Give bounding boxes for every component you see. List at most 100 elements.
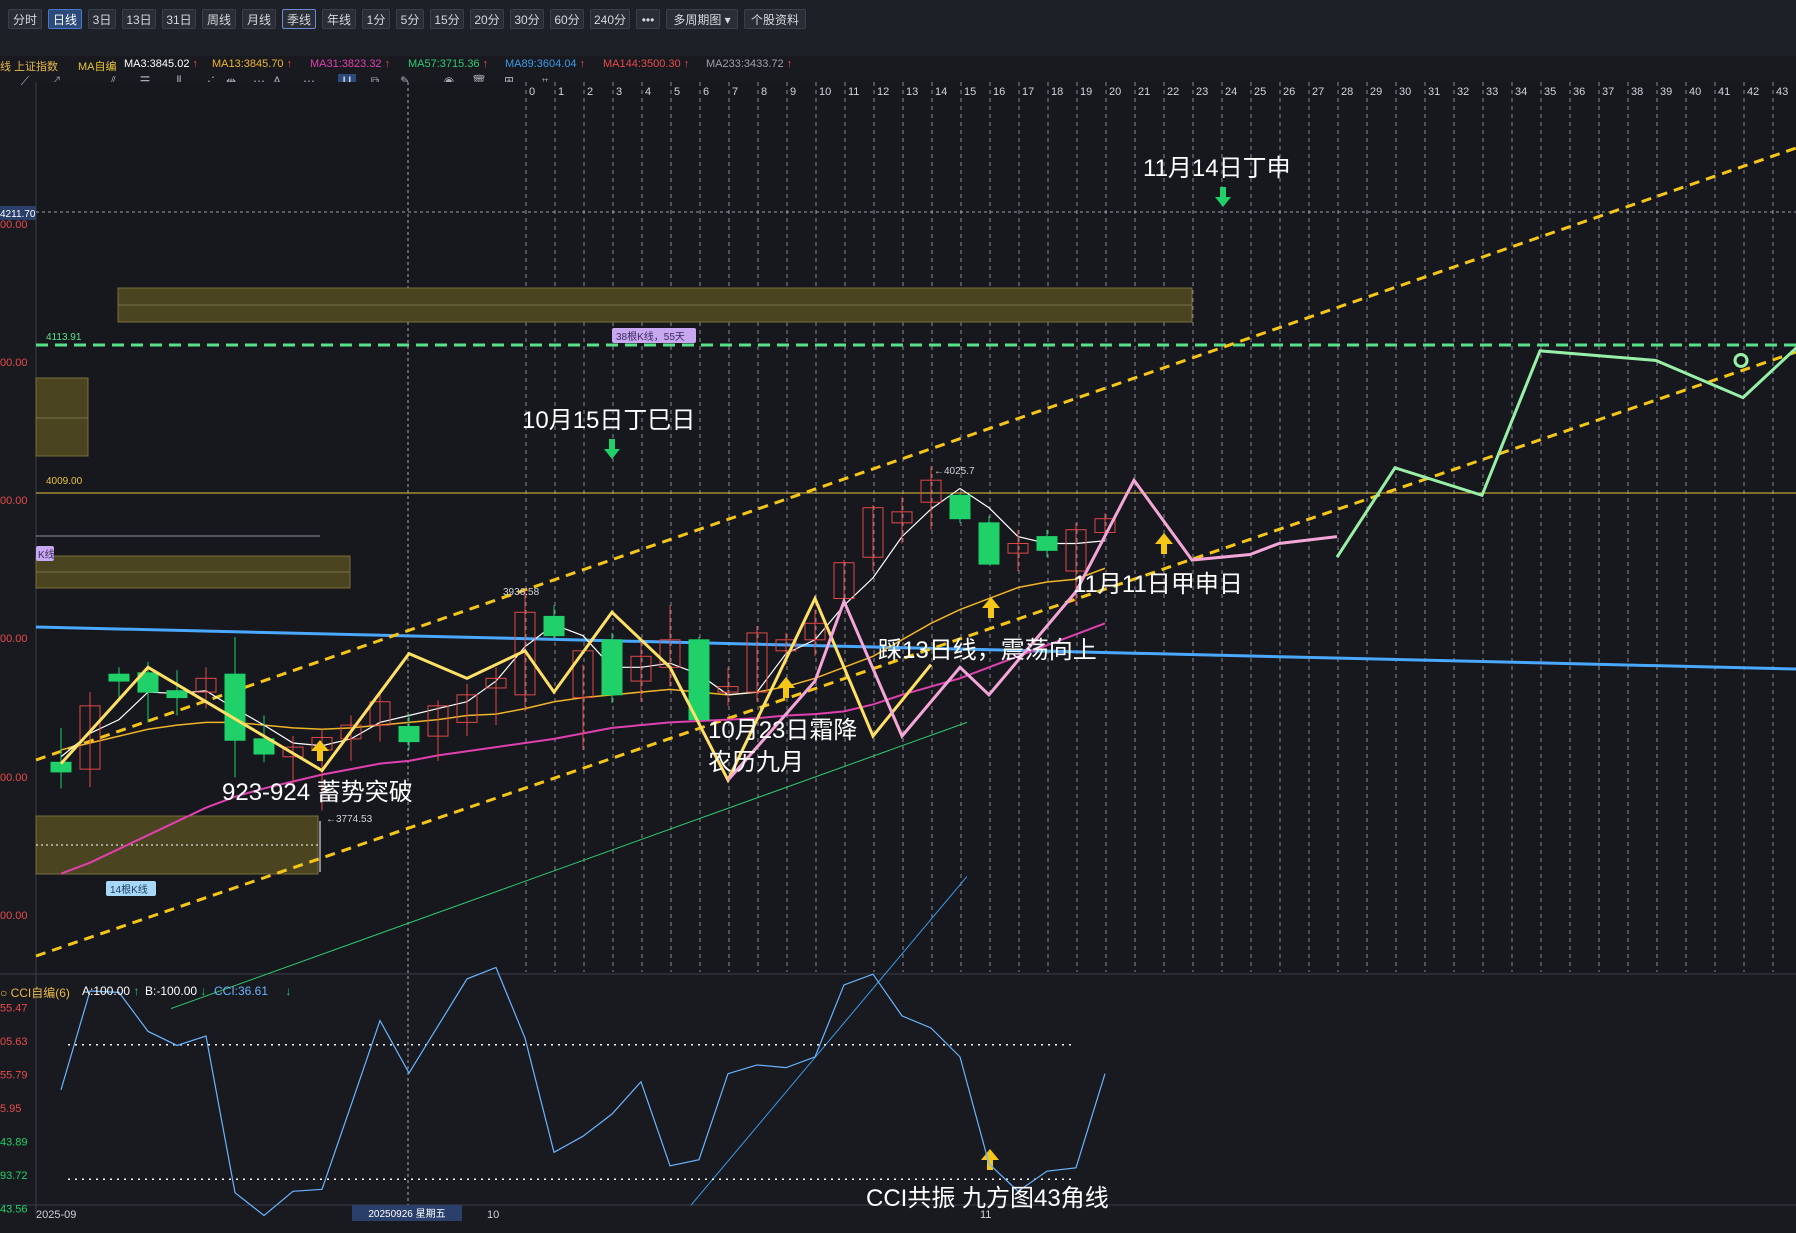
period-button-17[interactable]: 多周期图 ▾ [666, 9, 738, 29]
count-label: 31 [1428, 86, 1440, 98]
count-label: 0 [529, 86, 535, 98]
period-button-12[interactable]: 20分 [470, 9, 504, 29]
ma-legend-item-5: MA89:3604.04 ↑ [505, 58, 586, 70]
ma-legend-item-7: MA233:3433.72 ↑ [706, 58, 793, 70]
annotation-step13: 踩13日线，震荡向上 [878, 637, 1097, 664]
price-axis-label: 00.00 [0, 219, 28, 231]
period-button-0[interactable]: 分时 [8, 9, 42, 29]
cci-b-value: B:-100.00 ↓ [145, 984, 207, 998]
period-button-3[interactable]: 13日 [122, 9, 156, 29]
period-button-4[interactable]: 31日 [162, 9, 196, 29]
price-axis-label: 00.00 [0, 910, 28, 922]
period-button-14[interactable]: 60分 [550, 9, 584, 29]
count-label: 2 [587, 86, 593, 98]
count-label: 32 [1457, 86, 1469, 98]
period-button-5[interactable]: 周线 [202, 9, 236, 29]
period-button-1[interactable]: 日线 [48, 9, 82, 29]
period-button-16[interactable]: ••• [636, 9, 660, 29]
price-axis-label: 00.00 [0, 772, 28, 784]
count-label: 39 [1660, 86, 1672, 98]
period-button-13[interactable]: 30分 [510, 9, 544, 29]
count-label: 6 [703, 86, 709, 98]
count-label: 36 [1573, 86, 1585, 98]
candle-body [978, 522, 1000, 565]
count-label: 37 [1602, 86, 1614, 98]
box-tag-38k-text: 38根K线，55天 [616, 330, 685, 343]
count-label: 27 [1312, 86, 1324, 98]
price-axis-label: 00.00 [0, 357, 28, 369]
zone-box-left [35, 377, 89, 457]
cci-axis-label: 5.95 [0, 1103, 21, 1115]
candle-body [50, 761, 72, 773]
count-label: 24 [1225, 86, 1237, 98]
cci-axis-label: 93.72 [0, 1170, 28, 1182]
period-button-18[interactable]: 个股资料 [744, 9, 806, 29]
period-button-9[interactable]: 1分 [362, 9, 390, 29]
cci-axis-label: 55.47 [0, 1002, 28, 1014]
period-button-11[interactable]: 15分 [430, 9, 464, 29]
count-label: 4 [645, 86, 651, 98]
cursor-date-label: 20250926 星期五 [368, 1208, 445, 1220]
price-axis-label: 00.00 [0, 495, 28, 507]
cci-axis-label: 43.89 [0, 1137, 28, 1149]
candle-body [108, 673, 130, 682]
period-button-6[interactable]: 月线 [242, 9, 276, 29]
count-label: 29 [1370, 86, 1382, 98]
count-label: 41 [1718, 86, 1730, 98]
projection-dot [1733, 352, 1749, 368]
count-label: 9 [790, 86, 796, 98]
cci-a-value: A:100.00 ↑ [82, 984, 140, 998]
candle-body [1036, 536, 1058, 551]
ma-legend-item-2: MA13:3845.70 ↑ [212, 58, 293, 70]
candle-body [543, 615, 565, 637]
count-label: 23 [1196, 86, 1208, 98]
count-label: 5 [674, 86, 680, 98]
time-label-oct: 10 [487, 1209, 499, 1221]
count-label: 1 [558, 86, 564, 98]
time-label-sep: 2025-09 [36, 1209, 76, 1221]
annotation-oct23-line2: 农历九月 [708, 749, 804, 776]
count-label: 10 [819, 86, 831, 98]
count-label: 20 [1109, 86, 1121, 98]
period-button-2[interactable]: 3日 [88, 9, 116, 29]
price-mark-low: ←3774.53 [326, 814, 373, 825]
count-label: 13 [906, 86, 918, 98]
count-label: 43 [1776, 86, 1788, 98]
period-button-8[interactable]: 年线 [322, 9, 356, 29]
count-label: 21 [1138, 86, 1150, 98]
count-label: 19 [1080, 86, 1092, 98]
up-arrow-cci-icon [981, 1149, 999, 1170]
ma-legend-item-0: MA自编 [78, 61, 117, 73]
cci-title: ○ CCI自编(6) [0, 986, 70, 1000]
count-label: 18 [1051, 86, 1063, 98]
candle-body [166, 690, 188, 699]
count-label: 26 [1283, 86, 1295, 98]
ma-legend-bar: 线 上证指数 MA自编 MA3:3845.02 ↑ MA13:3845.70 ↑ M… [0, 56, 1796, 74]
count-label: 16 [993, 86, 1005, 98]
count-label: 28 [1341, 86, 1353, 98]
annotation-cci: CCI共振 九方图43角线 [866, 1185, 1109, 1212]
period-button-15[interactable]: 240分 [590, 9, 630, 29]
cci-current-value: CCI:36.61 ↓ [214, 984, 292, 998]
count-label: 15 [964, 86, 976, 98]
period-button-10[interactable]: 5分 [396, 9, 424, 29]
ma-legend-item-1: MA3:3845.02 ↑ [124, 58, 198, 70]
price-axis-label: 00.00 [0, 633, 28, 645]
annotation-breakout: 923-924 蓄势突破 [222, 779, 413, 806]
count-label: 42 [1747, 86, 1759, 98]
count-label: 14 [935, 86, 947, 98]
price-mark-high: 3936.58 [503, 587, 540, 598]
count-label: 40 [1689, 86, 1701, 98]
count-label: 38 [1631, 86, 1643, 98]
annotation-nov14: 11月14日丁申 [1143, 155, 1291, 182]
count-label: 35 [1544, 86, 1556, 98]
index-name: 线 上证指数 [0, 61, 59, 73]
count-label: 3 [616, 86, 622, 98]
period-button-7[interactable]: 季线 [282, 9, 316, 29]
cci-axis-label: 43.56 [0, 1204, 28, 1216]
count-label: 7 [732, 86, 738, 98]
candle-body [398, 725, 420, 743]
period-toolbar: 分时 日线 3日 13日 31日 周线 月线 季线 年线 1分 5分 15分 20分 30分 60分 240分… [0, 0, 1796, 36]
count-label: 33 [1486, 86, 1498, 98]
count-label: 34 [1515, 86, 1527, 98]
